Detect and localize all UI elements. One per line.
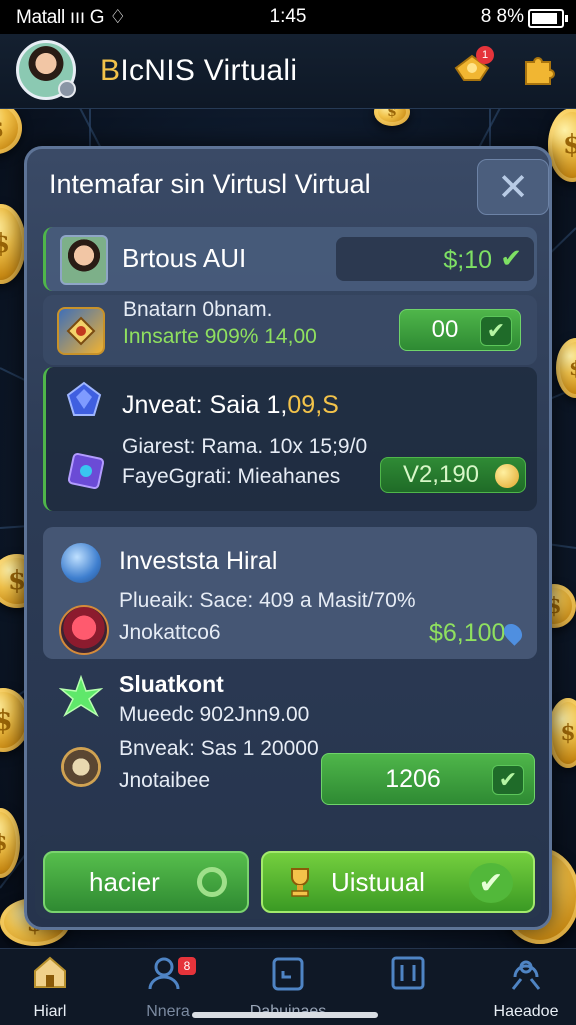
player-row[interactable]: Brtous AUI $;10 ✔: [43, 227, 537, 291]
home-icon: [0, 955, 100, 997]
notification-badge: 1: [476, 46, 494, 64]
box-icon: [358, 955, 458, 997]
battery-percent: 8 8%: [480, 6, 524, 27]
home-indicator[interactable]: [192, 1012, 378, 1018]
check-icon: ✔: [469, 863, 513, 903]
invest-row: Jnveat: Saia 1,09,S Giarest: Rama. 10x 1…: [43, 367, 537, 511]
status-bar: Matall ııı G ♢ 1:45 8 8%: [0, 0, 576, 34]
nav-item-home[interactable]: Hiarl: [0, 955, 100, 1021]
settings-badge-icon: [58, 80, 76, 98]
shield-emblem-icon: [57, 307, 105, 355]
purple-artifact-icon: [62, 447, 110, 495]
battery-icon: [528, 9, 568, 28]
nav-item-support[interactable]: Haeadoe: [476, 955, 576, 1021]
green-spark-icon: [59, 675, 103, 719]
check-icon: ✔: [480, 316, 512, 346]
coin-icon: [495, 464, 519, 488]
check-icon: ✔: [500, 243, 522, 273]
app-title: BIcNIS Virtuali: [100, 54, 297, 88]
invest-title: Jnveat: Saia 1,09,S: [122, 391, 339, 420]
title-badge-glyph: B: [100, 54, 121, 87]
nav-label-support: Haeadoe: [493, 1003, 559, 1020]
hacier-label: hacier: [89, 866, 160, 897]
player-balance: $;10: [443, 246, 492, 274]
starter-confirm-button[interactable]: 00 ✔: [399, 309, 521, 351]
app-title-text: IcNIS Virtuali: [120, 54, 298, 87]
check-icon: ✔: [492, 765, 524, 795]
starter-row: Bnatarn 0bnam. Innsarte 909% 14,00 00 ✔: [43, 295, 537, 365]
player-balance-field: $;10 ✔: [336, 237, 534, 281]
sluatkont-button-value: 1206: [385, 764, 441, 793]
sluatkont-line-3: Jnotaibee: [119, 769, 211, 792]
uistuual-button[interactable]: Uistuual ✔: [261, 851, 535, 913]
investment-modal: Intemafar sin Virtusl Virtual ✕ Brtous A…: [24, 146, 552, 930]
battery-fill: [532, 13, 557, 24]
app-header: BIcNIS Virtuali 1: [0, 34, 576, 109]
sluatkont-line-2: Bnveak: Sas 1 20000: [119, 737, 319, 760]
invest-line-2: FayeGgrati: Mieahanes: [122, 465, 341, 488]
clipboard-icon: [238, 955, 338, 997]
close-button[interactable]: ✕: [477, 159, 549, 215]
blue-gem-icon: [64, 381, 104, 421]
starter-button-value: 00: [431, 316, 459, 343]
sluatkont-row: Sluatkont Mueedc 902Jnn9.00 Bnveak: Sas …: [43, 661, 537, 825]
invest-line-1: Giarest: Rama. 10x 15;9/0: [122, 435, 368, 458]
invest-title-amount: 09,S: [287, 391, 339, 419]
invest-button-value: V2,190: [402, 461, 480, 488]
gold-puzzle-icon[interactable]: [518, 48, 558, 96]
player-portrait-icon: [60, 235, 108, 285]
starter-line-1: Bnatarn 0bnam.: [123, 298, 273, 321]
nav-badge: 8: [178, 957, 196, 975]
nav-item-box[interactable]: [358, 955, 458, 1003]
sluatkont-line-1: Mueedc 902Jnn9.00: [119, 703, 310, 726]
investsta-hiral-line-2: Jnokattco6: [119, 621, 221, 644]
sluatkont-button[interactable]: 1206 ✔: [321, 753, 535, 805]
invest-button[interactable]: V2,190: [380, 457, 526, 493]
trophy-icon: [283, 865, 317, 899]
hacier-button[interactable]: hacier: [43, 851, 249, 913]
investsta-hiral-row: Investsta Hiral Plueaik: Sace: 409 a Mas…: [43, 527, 537, 659]
investsta-hiral-line-1: Plueaik: Sace: 409 a Masit/70%: [119, 589, 416, 612]
orb-icon: [61, 543, 101, 583]
investsta-hiral-value: $6,100: [429, 619, 506, 647]
compass-icon: [61, 747, 101, 787]
red-mask-icon: [59, 605, 109, 655]
nav-label-home: Hiarl: [33, 1003, 67, 1020]
headset-icon: [476, 955, 576, 997]
investsta-hiral-title: Investsta Hiral: [119, 547, 278, 575]
sluatkont-title: Sluatkont: [119, 671, 224, 697]
starter-line-2: Innsarte 909% 14,00: [123, 325, 317, 348]
close-icon: ✕: [497, 166, 529, 209]
modal-title: Intemafar sin Virtusl Virtual: [49, 169, 371, 199]
ring-icon: [197, 867, 227, 897]
uistuual-label: Uistuual: [331, 866, 425, 897]
invest-title-main: Jnveat: Saia 1,: [122, 391, 288, 419]
people-icon: [118, 955, 218, 997]
player-name: Brtous AUI: [122, 243, 247, 273]
